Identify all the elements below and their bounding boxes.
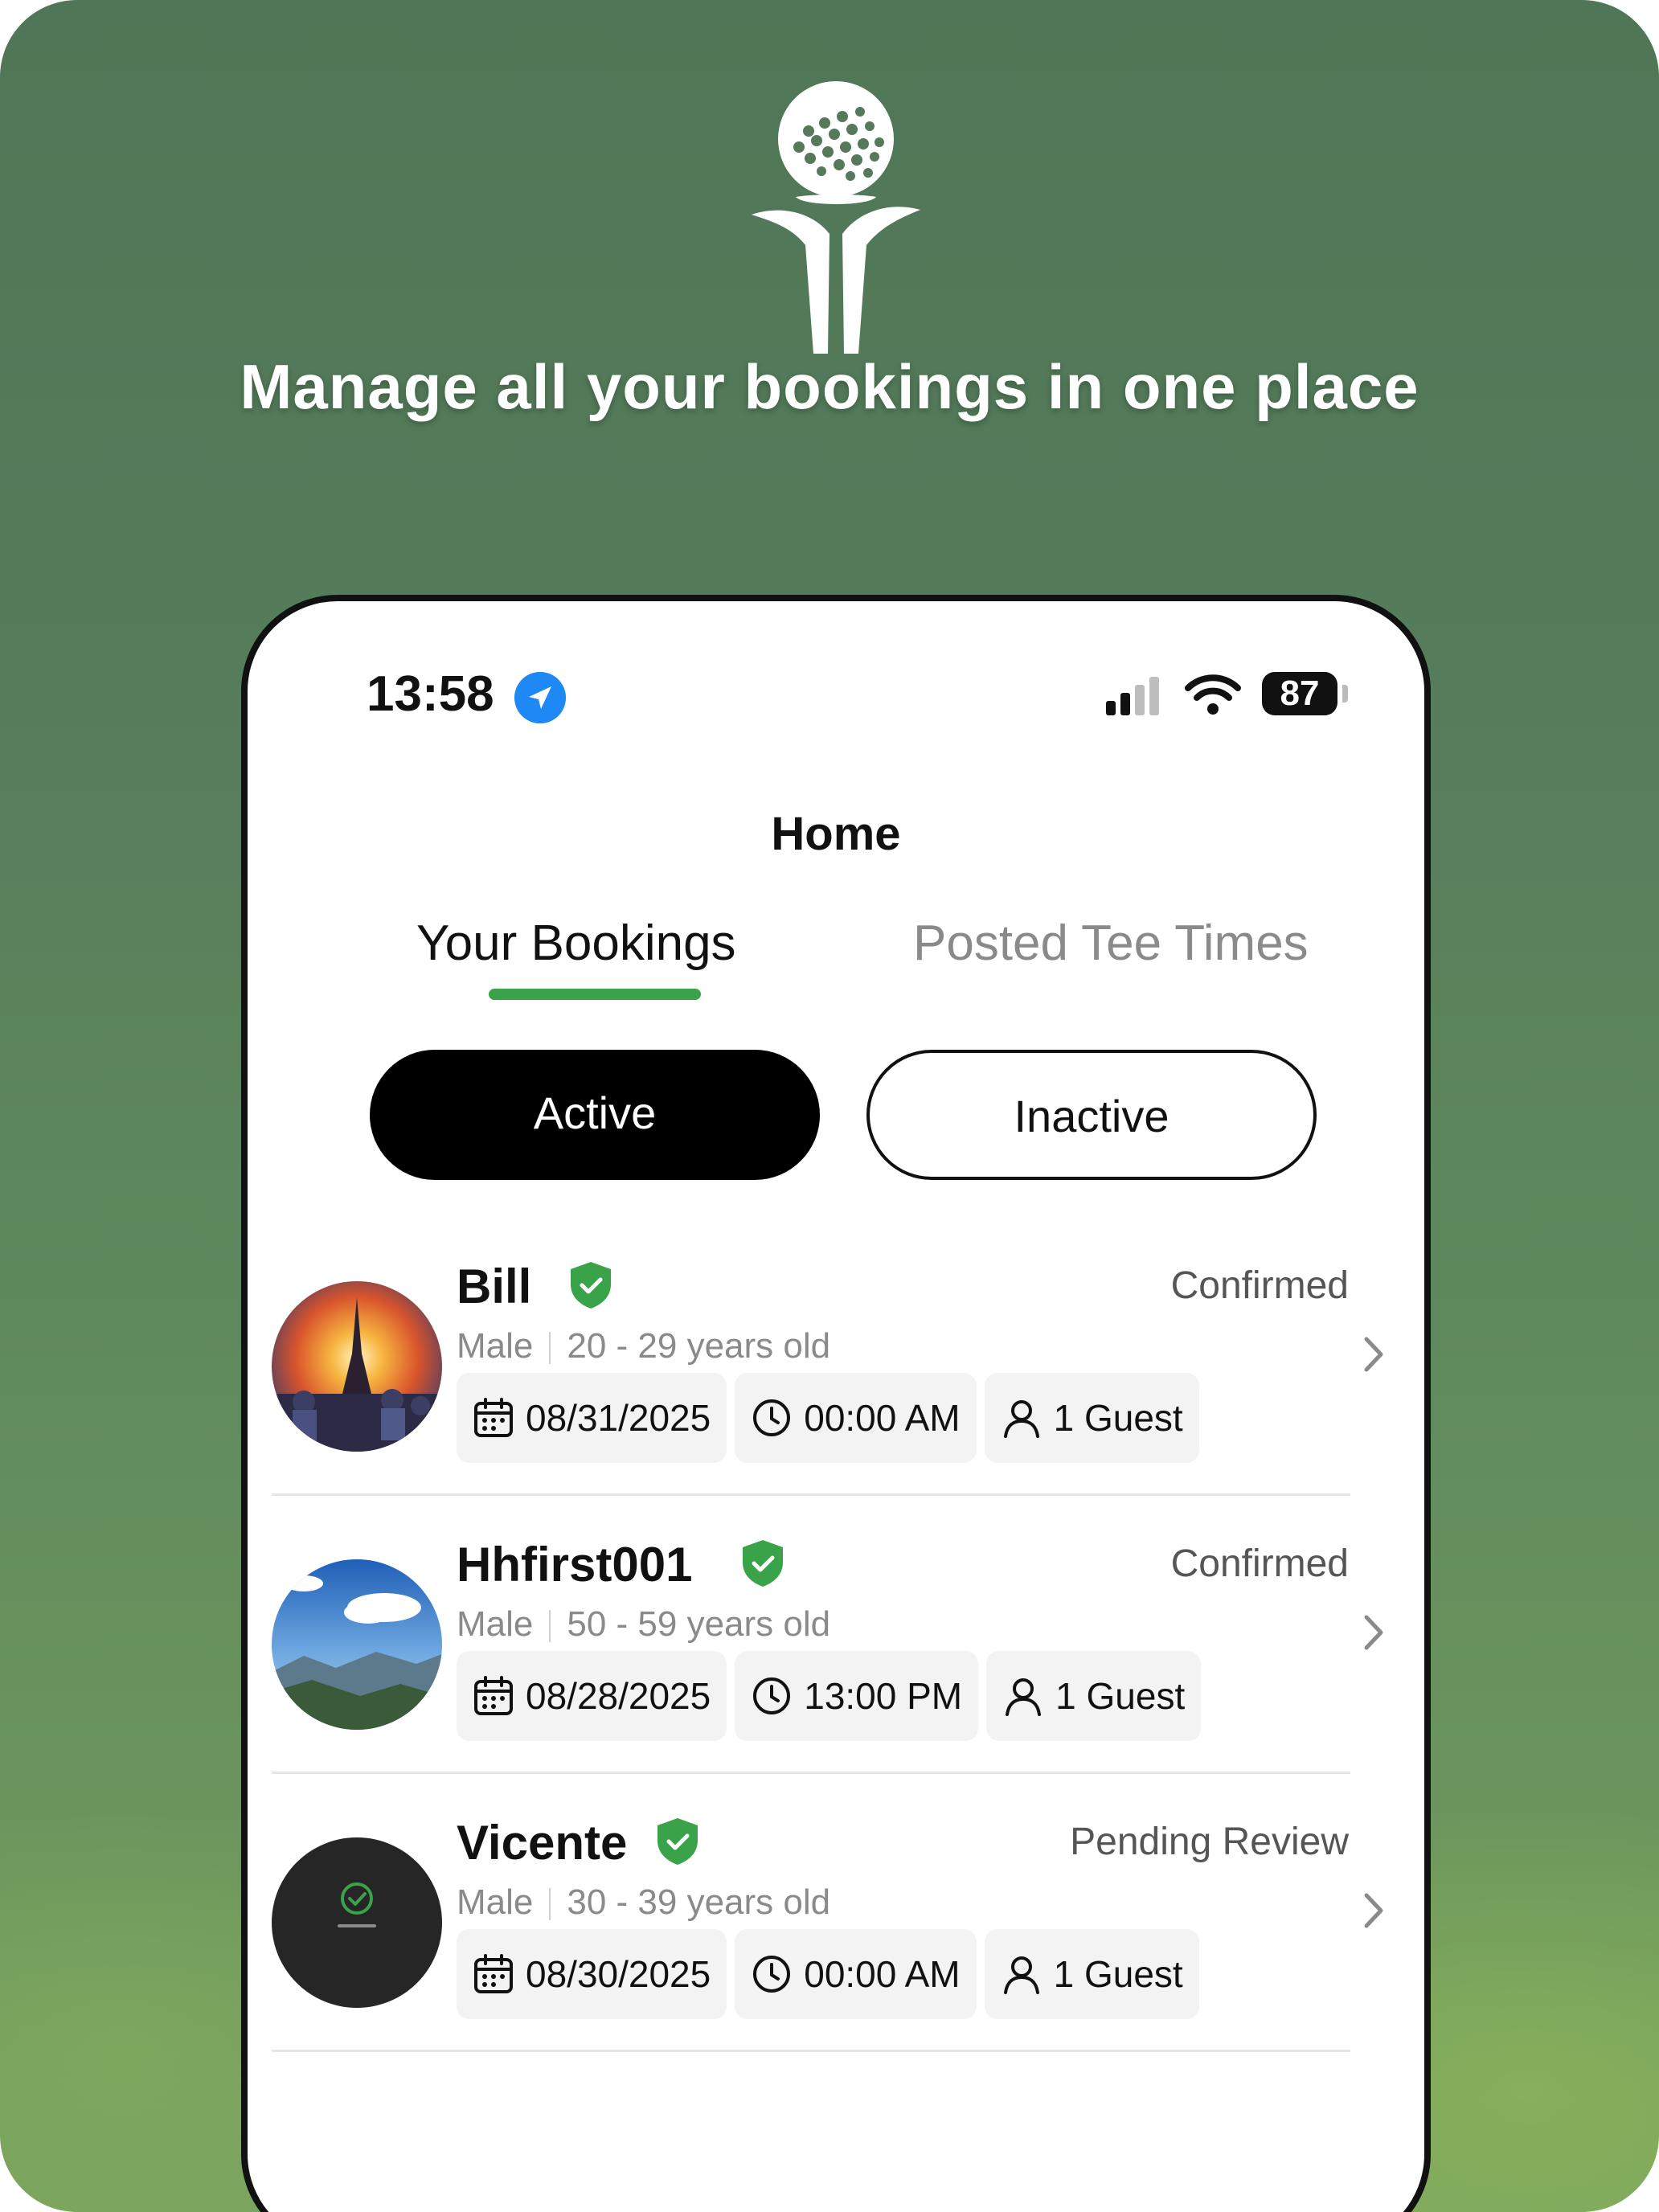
verified-badge-icon <box>571 1262 611 1309</box>
booking-meta: Male 20 - 29 years old <box>457 1326 830 1366</box>
gender: Male <box>457 1882 534 1922</box>
active-tab-indicator <box>489 989 701 1000</box>
booking-name: Vicente <box>457 1816 628 1870</box>
filter-inactive-button[interactable]: Inactive <box>866 1050 1317 1180</box>
booking-date: 08/31/2025 <box>526 1397 711 1439</box>
booking-time: 13:00 PM <box>804 1675 963 1717</box>
phone-frame: 13:58 87 Home Your Bookings Posted Tee T… <box>241 595 1431 2212</box>
guest-count: 1 Guest <box>1053 1953 1183 1995</box>
clock-icon <box>753 1956 791 1993</box>
promo-background: Manage all your bookings in one place 13… <box>0 0 1659 2212</box>
chevron-right-icon[interactable] <box>1362 1612 1386 1653</box>
status-bar: 13:58 87 <box>248 666 1424 730</box>
filter-active-button[interactable]: Active <box>370 1050 820 1180</box>
user-icon <box>1003 1400 1039 1438</box>
booking-meta: Male 30 - 39 years old <box>457 1882 830 1923</box>
date-chip: 08/31/2025 <box>457 1373 727 1463</box>
age-range: 50 - 59 years old <box>567 1604 831 1644</box>
battery-indicator: 87 <box>1262 672 1337 715</box>
booking-time: 00:00 AM <box>804 1953 961 1995</box>
booking-row[interactable]: Bill Confirmed Male 20 - 29 years old 08/… <box>272 1244 1383 1522</box>
user-icon <box>1006 1678 1042 1716</box>
booking-status: Pending Review <box>1070 1821 1349 1863</box>
verified-badge-icon <box>657 1818 698 1865</box>
gender: Male <box>457 1326 534 1366</box>
time-chip: 13:00 PM <box>735 1651 979 1741</box>
booking-details: 08/31/2025 00:00 AM 1 Guest <box>457 1373 1199 1463</box>
booking-date: 08/28/2025 <box>526 1675 711 1717</box>
guest-chip: 1 Guest <box>984 1929 1199 2019</box>
chevron-right-icon[interactable] <box>1362 1890 1386 1931</box>
meta-separator <box>549 1610 551 1643</box>
clock-icon <box>753 1677 791 1714</box>
calendar-icon <box>474 1954 513 1993</box>
status-time: 13:58 <box>367 666 494 722</box>
meta-separator <box>549 1888 551 1921</box>
clock-icon <box>753 1399 791 1436</box>
age-range: 30 - 39 years old <box>567 1882 831 1922</box>
age-range: 20 - 29 years old <box>567 1326 831 1366</box>
avatar <box>272 1837 442 2008</box>
battery-tip <box>1342 685 1348 703</box>
guest-chip: 1 Guest <box>986 1651 1202 1741</box>
golf-ball-logo-icon <box>752 81 920 354</box>
page-title: Home <box>771 808 901 860</box>
booking-meta: Male 50 - 59 years old <box>457 1604 830 1645</box>
booking-details: 08/30/2025 00:00 AM 1 Guest <box>457 1929 1199 2019</box>
location-arrow-icon <box>514 672 566 723</box>
user-icon <box>1003 1956 1039 1994</box>
avatar <box>272 1281 442 1452</box>
meta-separator <box>549 1332 551 1365</box>
wifi-icon <box>1185 674 1241 715</box>
calendar-icon <box>474 1676 513 1715</box>
verified-badge-icon <box>743 1540 783 1587</box>
booking-date: 08/30/2025 <box>526 1953 711 1995</box>
date-chip: 08/28/2025 <box>457 1651 727 1741</box>
date-chip: 08/30/2025 <box>457 1929 727 2019</box>
cellular-signal-icon <box>1106 677 1159 715</box>
row-divider <box>272 2050 1350 2052</box>
avatar <box>272 1559 442 1730</box>
guest-count: 1 Guest <box>1055 1675 1186 1717</box>
booking-name: Hhfirst001 <box>457 1538 693 1591</box>
booking-time: 00:00 AM <box>804 1397 961 1439</box>
booking-details: 08/28/2025 13:00 PM 1 Guest <box>457 1651 1202 1741</box>
time-chip: 00:00 AM <box>735 1373 977 1463</box>
tab-your-bookings[interactable]: Your Bookings <box>416 915 736 972</box>
time-chip: 00:00 AM <box>735 1929 977 2019</box>
guest-chip: 1 Guest <box>984 1373 1199 1463</box>
chevron-right-icon[interactable] <box>1362 1334 1386 1374</box>
headline: Manage all your bookings in one place <box>240 351 1419 422</box>
row-divider <box>272 1493 1350 1496</box>
calendar-icon <box>474 1398 513 1437</box>
booking-status: Confirmed <box>1170 1264 1349 1307</box>
booking-row[interactable]: Hhfirst001 Confirmed Male 50 - 59 years o… <box>272 1522 1383 1800</box>
guest-count: 1 Guest <box>1053 1397 1183 1439</box>
tab-posted-tee-times[interactable]: Posted Tee Times <box>913 915 1309 972</box>
row-divider <box>272 1772 1350 1774</box>
gender: Male <box>457 1604 534 1644</box>
booking-status: Confirmed <box>1170 1542 1349 1585</box>
booking-row[interactable]: Vicente Pending Review Male 30 - 39 years… <box>272 1800 1383 2079</box>
booking-name: Bill <box>457 1260 532 1313</box>
